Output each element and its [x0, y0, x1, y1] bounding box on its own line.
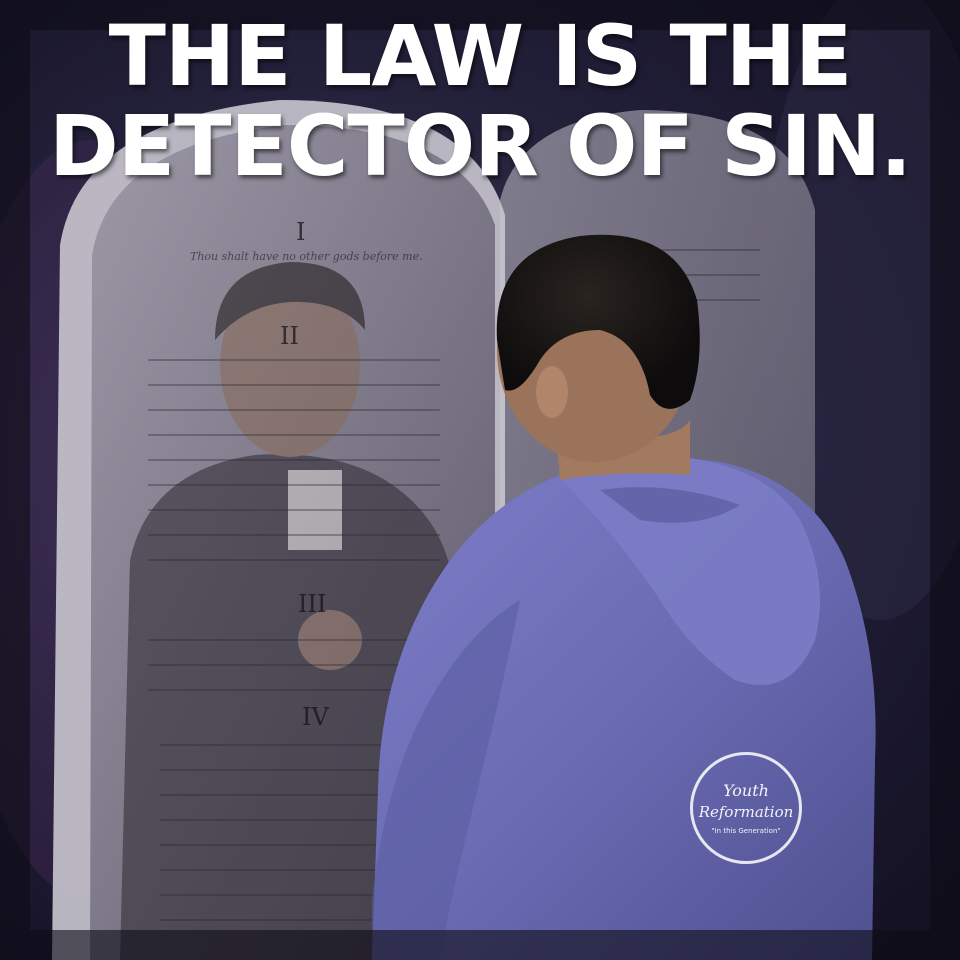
headline-line-1: THE LAW IS THE	[108, 7, 853, 105]
tablet-numeral-1: I	[296, 218, 306, 246]
tablet-first-commandment: Thou shalt have no other gods before me.	[190, 250, 423, 263]
logo-text-youth: Youth	[723, 781, 769, 800]
logo-tagline: "In this Generation"	[711, 827, 781, 835]
logo-text-reformation: Reformation	[698, 803, 794, 821]
youth-reformation-logo: Youth Reformation "In this Generation"	[690, 752, 802, 864]
tablet-numeral-2: II	[280, 322, 299, 350]
meme-image: I Thou shalt have no other gods before m…	[0, 0, 960, 960]
tablet-numeral-3: III	[298, 590, 327, 618]
tablet-numeral-4: IV	[302, 703, 329, 731]
headline-line-2: DETECTOR OF SIN.	[48, 97, 912, 195]
headline: THE LAW IS THE DETECTOR OF SIN.	[0, 14, 960, 194]
